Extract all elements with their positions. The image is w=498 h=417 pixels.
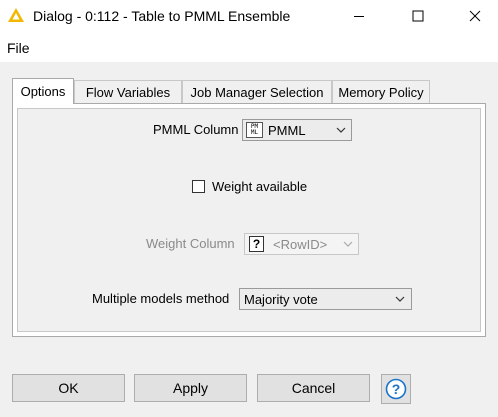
multiple-models-method-label: Multiple models method <box>92 291 230 306</box>
pmml-column-select[interactable]: PM ML PMML <box>242 119 352 141</box>
pmml-column-label: PMML Column <box>153 122 239 137</box>
tab-flow-variables[interactable]: Flow Variables <box>74 80 182 103</box>
help-icon: ? <box>385 378 407 400</box>
multiple-models-method-select[interactable]: Majority vote <box>239 288 412 310</box>
title-bar: Dialog - 0:112 - Table to PMML Ensemble <box>0 0 498 32</box>
tab-memory-policy[interactable]: Memory Policy <box>332 80 430 103</box>
pmml-type-icon: PM ML <box>246 122 263 138</box>
menu-bar: File <box>0 32 498 62</box>
maximize-button[interactable] <box>395 0 441 32</box>
maximize-icon <box>412 10 424 22</box>
tab-job-manager-selection[interactable]: Job Manager Selection <box>182 80 332 103</box>
multiple-models-method-value: Majority vote <box>244 292 318 307</box>
apply-button[interactable]: Apply <box>134 374 247 402</box>
weight-available-checkbox[interactable] <box>192 180 205 193</box>
options-group: PMML Column PM ML PMML Weight available W… <box>17 108 481 332</box>
tab-options[interactable]: Options <box>12 78 74 104</box>
unknown-type-icon: ? <box>249 236 264 252</box>
weight-available-label: Weight available <box>212 179 308 194</box>
ok-button[interactable]: OK <box>12 374 125 402</box>
weight-column-value: <RowID> <box>273 237 328 252</box>
chevron-down-icon <box>395 296 405 302</box>
minimize-icon <box>354 16 364 17</box>
weight-column-select[interactable]: ? <RowID> <box>244 233 359 255</box>
chevron-down-icon <box>336 127 346 133</box>
svg-text:?: ? <box>392 381 401 397</box>
close-icon <box>469 10 481 22</box>
window-title: Dialog - 0:112 - Table to PMML Ensemble <box>33 8 291 24</box>
chevron-down-icon <box>343 241 353 247</box>
cancel-button[interactable]: Cancel <box>257 374 370 402</box>
options-panel: PMML Column PM ML PMML Weight available W… <box>12 103 486 337</box>
knime-triangle-icon <box>8 8 24 22</box>
close-button[interactable] <box>452 0 498 32</box>
pmml-column-value: PMML <box>268 123 306 138</box>
minimize-button[interactable] <box>336 0 382 32</box>
help-button[interactable]: ? <box>381 374 411 404</box>
menu-file[interactable]: File <box>7 40 30 56</box>
weight-column-label: Weight Column <box>146 236 235 251</box>
